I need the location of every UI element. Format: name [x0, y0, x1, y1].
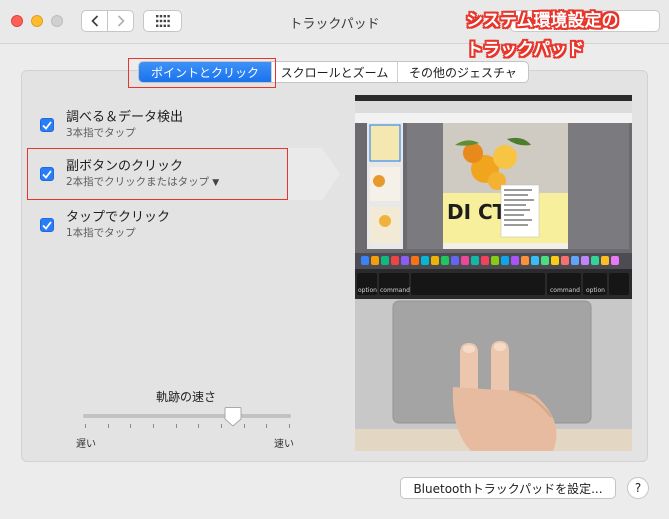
tab-more-gestures[interactable]: その他のジェスチャ — [398, 62, 528, 82]
slider-max-label: 速い — [274, 439, 294, 450]
preview-illustration: DI CT option command command option — [355, 95, 632, 451]
key-command-left: command — [380, 287, 410, 294]
poster-text: DI CT — [447, 200, 507, 224]
slider-tick — [85, 424, 86, 428]
dock-app-icon — [561, 256, 569, 265]
dock-app-icon — [461, 256, 469, 265]
dock-app-icon — [361, 256, 369, 265]
dock-app-icon — [521, 256, 529, 265]
dock-app-icon — [411, 256, 419, 265]
highlight-frame-tab — [128, 58, 276, 88]
option-title: 調べる＆データ検出 — [66, 110, 184, 125]
dock-app-icon — [391, 256, 399, 265]
slider-tick — [153, 424, 154, 428]
option-subtitle: 3本指でタップ — [66, 127, 136, 139]
slider-tick — [107, 424, 109, 428]
dock-app-icon — [491, 256, 499, 265]
key-command-right: command — [550, 287, 580, 294]
dock-app-icon — [401, 256, 409, 265]
key-option-right: option — [586, 287, 605, 294]
slider-tick — [221, 424, 222, 428]
slider-tick — [130, 424, 132, 428]
dock-app-icon — [511, 256, 519, 265]
dock-app-icon — [431, 256, 439, 265]
annotation-caption-line2: トラックパッド — [466, 40, 585, 60]
slider-tick — [289, 424, 290, 428]
option-subtitle: 1本指でタップ — [66, 227, 136, 239]
slider-tick — [198, 424, 200, 428]
dock-app-icon — [581, 256, 589, 265]
checkmark-icon — [42, 220, 52, 230]
dock-app-icon — [531, 256, 539, 265]
dock-app-icon — [571, 256, 579, 265]
dock-app-icon — [471, 256, 479, 265]
key-option-left: option — [358, 287, 377, 294]
slider-tick — [266, 424, 268, 428]
gesture-preview-video: DI CT option command command option — [355, 95, 632, 451]
dock-app-icon — [381, 256, 389, 265]
annotation-caption-line1: システム環境設定の — [466, 11, 619, 31]
slider-tick — [175, 424, 177, 428]
dock-app-icon — [441, 256, 449, 265]
slider-tick — [243, 424, 245, 428]
slider-min-label: 遅い — [76, 439, 96, 450]
dock-app-icon — [451, 256, 459, 265]
lookup-checkbox[interactable] — [40, 118, 54, 132]
slider-thumb[interactable] — [224, 407, 242, 427]
tracking-speed-label: 軌跡の速さ — [155, 390, 216, 404]
dock-app-icon — [591, 256, 599, 265]
tracking-speed-slider[interactable] — [83, 414, 291, 418]
dock-app-icon — [551, 256, 559, 265]
dock-app-icon — [601, 256, 609, 265]
dock-app-icon — [611, 256, 619, 265]
option-title: タップでクリック — [66, 210, 171, 225]
dock-app-icon — [501, 256, 509, 265]
dock-app-icon — [541, 256, 549, 265]
dock-app-icon — [481, 256, 489, 265]
selection-pointer-arrow — [288, 148, 340, 200]
dock-app-icon — [371, 256, 379, 265]
help-button[interactable]: ? — [627, 477, 649, 499]
dock-app-icon — [421, 256, 429, 265]
tap-to-click-checkbox[interactable] — [40, 218, 54, 232]
setup-bluetooth-trackpad-button[interactable]: Bluetoothトラックパッドを設定... — [400, 477, 616, 499]
highlight-frame-option — [27, 148, 288, 200]
tab-scroll-and-zoom[interactable]: スクロールとズーム — [272, 62, 398, 82]
checkmark-icon — [42, 120, 52, 130]
